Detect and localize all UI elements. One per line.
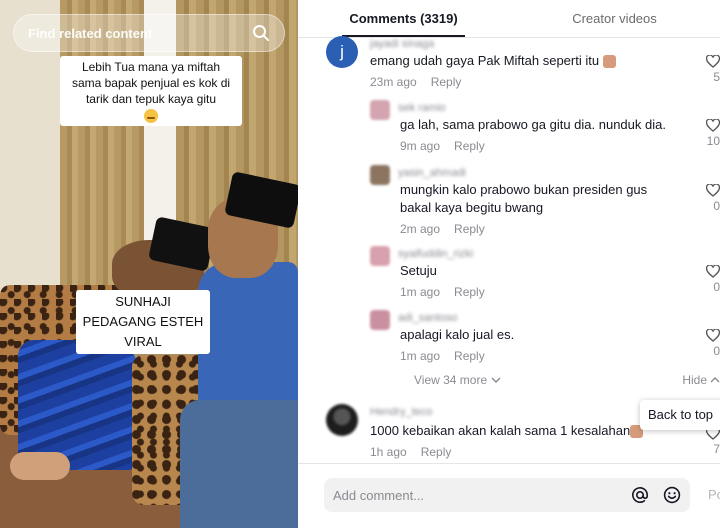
like-button[interactable]: 10 (706, 119, 720, 148)
comment-meta: 1m ago Reply (400, 349, 485, 363)
avatar[interactable] (370, 246, 390, 266)
video-caption-top: Lebih Tua mana ya miftah sama bapak penj… (60, 56, 242, 126)
add-comment-placeholder: Add comment... (333, 487, 425, 503)
heart-icon (706, 55, 720, 68)
like-count: 10 (706, 134, 720, 148)
reply-button[interactable]: Reply (431, 75, 462, 89)
comment-time: 9m ago (400, 139, 441, 153)
comment-time: 1h ago (370, 445, 407, 459)
comment-time: 2m ago (400, 222, 441, 236)
video-person-foreground (180, 400, 298, 528)
like-button[interactable]: 0 (706, 329, 720, 358)
comment-input-area: Add comment... Post (298, 463, 720, 528)
heart-icon (706, 329, 720, 342)
avatar[interactable] (370, 310, 390, 330)
view-more-replies-button[interactable]: View 34 more (414, 373, 501, 387)
reply-button[interactable]: Reply (421, 445, 452, 459)
comment-text: emang udah gaya Pak Miftah seperti itu (370, 52, 690, 70)
like-button[interactable]: 0 (706, 265, 720, 294)
like-button[interactable]: 5 (706, 55, 720, 84)
tab-comments[interactable]: Comments (3319) (298, 0, 509, 37)
comment-text: mungkin kalo prabowo bukan presiden gus … (400, 182, 648, 215)
reply-button[interactable]: Reply (454, 222, 485, 236)
comment-username[interactable]: yasin_ahmadi (398, 167, 466, 179)
caption-bottom-line: SUNHAJI (115, 294, 171, 309)
heart-icon (706, 184, 720, 197)
comment-text: ga lah, sama prabowo ga gitu dia. nunduk… (400, 117, 666, 132)
back-to-top-button[interactable]: Back to top (640, 400, 720, 430)
comment-text: Setuju (400, 263, 437, 278)
like-count: 7 (713, 442, 720, 456)
at-icon[interactable] (630, 485, 650, 505)
comment-meta: 23m ago Reply (370, 75, 461, 89)
like-button[interactable]: 7 (706, 427, 720, 456)
comment-time: 23m ago (370, 75, 417, 89)
caption-bottom-line: VIRAL (124, 334, 162, 349)
screen: Find related content Lebih Tua mana ya m… (0, 0, 720, 528)
comments-panel: Comments (3319) Creator videos j jayadi … (298, 0, 720, 528)
comment-text: apalagi kalo jual es. (400, 327, 515, 342)
reply-item: adi_santoso apalagi kalo jual es. 1m ago… (298, 308, 720, 366)
avatar[interactable] (370, 100, 390, 120)
panel-tabs: Comments (3319) Creator videos (298, 0, 720, 38)
comment-username[interactable]: Hendry_teco (370, 406, 432, 418)
like-count: 0 (713, 344, 720, 358)
reply-button[interactable]: Reply (454, 285, 485, 299)
tab-creator-videos[interactable]: Creator videos (509, 0, 720, 37)
add-comment-field[interactable]: Add comment... (324, 478, 690, 512)
like-count: 0 (713, 280, 720, 294)
sad-face-icon (144, 108, 158, 123)
caption-top-text: Lebih Tua mana ya miftah sama bapak penj… (71, 60, 231, 106)
comment-username[interactable]: sek ramio (398, 102, 446, 114)
praying-emoji-icon (602, 55, 616, 69)
chevron-up-icon (710, 377, 720, 383)
like-count: 5 (713, 70, 720, 84)
comment-meta: 1h ago Reply (370, 445, 451, 459)
like-button[interactable]: 0 (706, 184, 720, 213)
comment-time: 1m ago (400, 349, 441, 363)
comment-time: 1m ago (400, 285, 441, 299)
reply-item: sek ramio ga lah, sama prabowo ga gitu d… (298, 98, 720, 156)
video-feet (10, 452, 70, 480)
reply-button[interactable]: Reply (454, 349, 485, 363)
comment-meta: 1m ago Reply (400, 285, 485, 299)
heart-icon (706, 265, 720, 278)
heart-icon (706, 119, 720, 132)
avatar[interactable] (370, 165, 390, 185)
post-button[interactable]: Post (708, 487, 720, 502)
reply-item: yasin_ahmadi mungkin kalo prabowo bukan … (298, 163, 720, 239)
comment-meta: 2m ago Reply (400, 222, 485, 236)
video-person-right-body (198, 262, 298, 402)
caption-bottom-line: PEDAGANG ESTEH (82, 314, 204, 329)
comment-username[interactable]: adi_santoso (398, 312, 457, 324)
video-sarong (18, 340, 138, 470)
avatar[interactable]: j (326, 36, 358, 68)
hide-replies-button[interactable]: Hide (682, 373, 720, 387)
avatar[interactable] (326, 404, 358, 436)
comment-username[interactable]: jayadi sinaga (370, 38, 434, 50)
hide-label: Hide (682, 373, 707, 387)
video-caption-bottom: SUNHAJI PEDAGANG ESTEH VIRAL (76, 290, 210, 354)
related-content-search[interactable]: Find related content (13, 14, 285, 52)
comment-text: 1000 kebaikan akan kalah sama 1 kesalaha… (370, 422, 670, 440)
comment-item: j jayadi sinaga emang udah gaya Pak Mift… (298, 34, 720, 94)
view-more-label: View 34 more (414, 373, 488, 387)
emoji-icon[interactable] (662, 485, 682, 505)
comment-username[interactable]: syaifuddin_rizki (398, 248, 473, 260)
search-placeholder: Find related content (28, 25, 153, 41)
video-player[interactable]: Find related content Lebih Tua mana ya m… (0, 0, 298, 528)
reply-button[interactable]: Reply (454, 139, 485, 153)
chevron-down-icon (491, 377, 501, 383)
comment-meta: 9m ago Reply (400, 139, 485, 153)
search-icon[interactable] (250, 22, 272, 44)
like-count: 0 (713, 199, 720, 213)
reply-item: syaifuddin_rizki Setuju 1m ago Reply 0 (298, 244, 720, 302)
